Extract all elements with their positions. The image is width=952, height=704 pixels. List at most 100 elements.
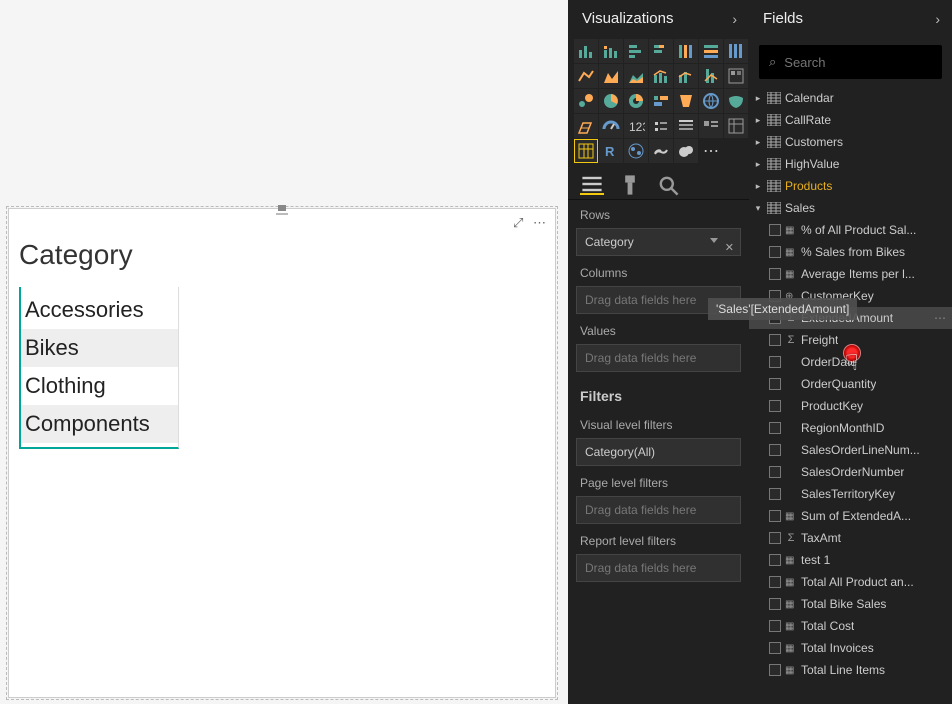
viz-type-icon[interactable]: R	[599, 139, 623, 163]
field-checkbox[interactable]	[769, 334, 781, 346]
field-checkbox[interactable]	[769, 642, 781, 654]
collapse-icon[interactable]: ›	[935, 11, 940, 27]
field-row[interactable]: ProductKey	[749, 395, 952, 417]
field-checkbox[interactable]	[769, 510, 781, 522]
matrix-visual[interactable]: ⤢ ⋯ Category Accessories Bikes Clothing …	[8, 208, 556, 698]
report-canvas[interactable]: ⤢ ⋯ Category Accessories Bikes Clothing …	[0, 0, 568, 704]
field-row[interactable]: ▦Total Cost	[749, 615, 952, 637]
viz-type-icon[interactable]	[574, 39, 598, 63]
more-visuals-icon[interactable]: ⋯	[699, 139, 723, 163]
rows-well[interactable]: Category ✕	[576, 228, 741, 256]
field-checkbox[interactable]	[769, 488, 781, 500]
viz-type-icon[interactable]	[599, 89, 623, 113]
fields-tab-icon[interactable]	[580, 175, 604, 195]
expand-caret-icon[interactable]: ▾	[753, 203, 763, 214]
table-row[interactable]: ▸HighValue	[749, 153, 952, 175]
search-input[interactable]	[784, 55, 952, 70]
viz-type-icon[interactable]	[674, 114, 698, 138]
search-box[interactable]: ⌕	[759, 45, 942, 79]
viz-type-icon[interactable]	[699, 89, 723, 113]
viz-type-icon[interactable]	[624, 64, 648, 88]
field-checkbox[interactable]	[769, 422, 781, 434]
viz-type-icon[interactable]	[574, 114, 598, 138]
viz-type-icon[interactable]	[699, 39, 723, 63]
report-filter-well[interactable]: Drag data fields here	[576, 554, 741, 582]
field-row[interactable]: ▦Total Bike Sales	[749, 593, 952, 615]
viz-type-icon[interactable]	[699, 114, 723, 138]
viz-type-icon[interactable]	[699, 64, 723, 88]
more-options-icon[interactable]: ⋯	[533, 215, 547, 229]
expand-caret-icon[interactable]: ▸	[753, 137, 763, 148]
viz-type-icon[interactable]	[624, 89, 648, 113]
viz-type-icon[interactable]	[649, 114, 673, 138]
viz-type-icon[interactable]: 123	[624, 114, 648, 138]
fields-header[interactable]: Fields ›	[749, 0, 952, 37]
viz-type-icon[interactable]	[624, 139, 648, 163]
viz-type-icon[interactable]	[724, 64, 748, 88]
values-well[interactable]: Drag data fields here	[576, 344, 741, 372]
viz-type-icon[interactable]	[599, 64, 623, 88]
viz-type-icon[interactable]	[724, 114, 748, 138]
viz-type-icon[interactable]	[674, 139, 698, 163]
viz-type-icon[interactable]	[599, 114, 623, 138]
field-checkbox[interactable]	[769, 378, 781, 390]
field-checkbox[interactable]	[769, 444, 781, 456]
field-checkbox[interactable]	[769, 554, 781, 566]
field-checkbox[interactable]	[769, 356, 781, 368]
matrix-row[interactable]: Bikes	[21, 329, 178, 367]
table-row[interactable]: ▸Customers	[749, 131, 952, 153]
matrix-row[interactable]: Accessories	[21, 291, 178, 329]
field-checkbox[interactable]	[769, 224, 781, 236]
matrix-row[interactable]: Components	[21, 405, 178, 443]
field-row[interactable]: ▦Total All Product an...	[749, 571, 952, 593]
field-row[interactable]: ▦Total Invoices	[749, 637, 952, 659]
expand-caret-icon[interactable]: ▸	[753, 115, 763, 126]
table-row[interactable]: ▸Calendar	[749, 87, 952, 109]
viz-type-icon[interactable]	[574, 139, 598, 163]
viz-type-icon[interactable]	[674, 64, 698, 88]
viz-type-icon[interactable]	[724, 89, 748, 113]
viz-type-icon[interactable]	[649, 39, 673, 63]
viz-type-icon[interactable]	[599, 39, 623, 63]
viz-type-icon[interactable]	[574, 89, 598, 113]
field-row[interactable]: ▦% Sales from Bikes	[749, 241, 952, 263]
remove-field-icon[interactable]: ✕	[725, 235, 734, 261]
field-row[interactable]: ▦Average Items per l...	[749, 263, 952, 285]
matrix-row[interactable]: Clothing	[21, 367, 178, 405]
viz-type-icon[interactable]	[624, 39, 648, 63]
expand-caret-icon[interactable]: ▸	[753, 159, 763, 170]
field-checkbox[interactable]	[769, 268, 781, 280]
viz-type-icon[interactable]	[649, 139, 673, 163]
field-checkbox[interactable]	[769, 576, 781, 588]
collapse-icon[interactable]: ›	[732, 11, 737, 27]
table-row[interactable]: ▾Sales	[749, 197, 952, 219]
format-tab-icon[interactable]	[618, 175, 642, 195]
field-row[interactable]: ▦% of All Product Sal...	[749, 219, 952, 241]
expand-caret-icon[interactable]: ▸	[753, 93, 763, 104]
field-checkbox[interactable]	[769, 598, 781, 610]
field-row[interactable]: SalesTerritoryKey	[749, 483, 952, 505]
resize-handle-top[interactable]	[278, 205, 286, 211]
field-row[interactable]: SalesOrderNumber	[749, 461, 952, 483]
field-row[interactable]: ▦test 1	[749, 549, 952, 571]
table-row[interactable]: ▸CallRate	[749, 109, 952, 131]
viz-type-icon[interactable]	[649, 89, 673, 113]
field-row[interactable]: SalesOrderLineNum...	[749, 439, 952, 461]
field-row[interactable]: ▦Total Line Items	[749, 659, 952, 681]
field-checkbox[interactable]	[769, 246, 781, 258]
field-row[interactable]: ▦Sum of ExtendedA...	[749, 505, 952, 527]
field-row[interactable]: ΣFreight	[749, 329, 952, 351]
chevron-down-icon[interactable]	[710, 238, 718, 243]
field-checkbox[interactable]	[769, 466, 781, 478]
viz-type-icon[interactable]	[649, 64, 673, 88]
table-row[interactable]: ▸Products	[749, 175, 952, 197]
viz-type-icon[interactable]	[674, 39, 698, 63]
field-checkbox[interactable]	[769, 400, 781, 412]
viz-type-icon[interactable]	[724, 39, 748, 63]
field-checkbox[interactable]	[769, 620, 781, 632]
field-row[interactable]: OrderDate	[749, 351, 952, 373]
columns-well[interactable]: Drag data fields here	[576, 286, 741, 314]
page-filter-well[interactable]: Drag data fields here	[576, 496, 741, 524]
field-checkbox[interactable]	[769, 290, 781, 302]
visualizations-header[interactable]: Visualizations ›	[568, 0, 749, 37]
